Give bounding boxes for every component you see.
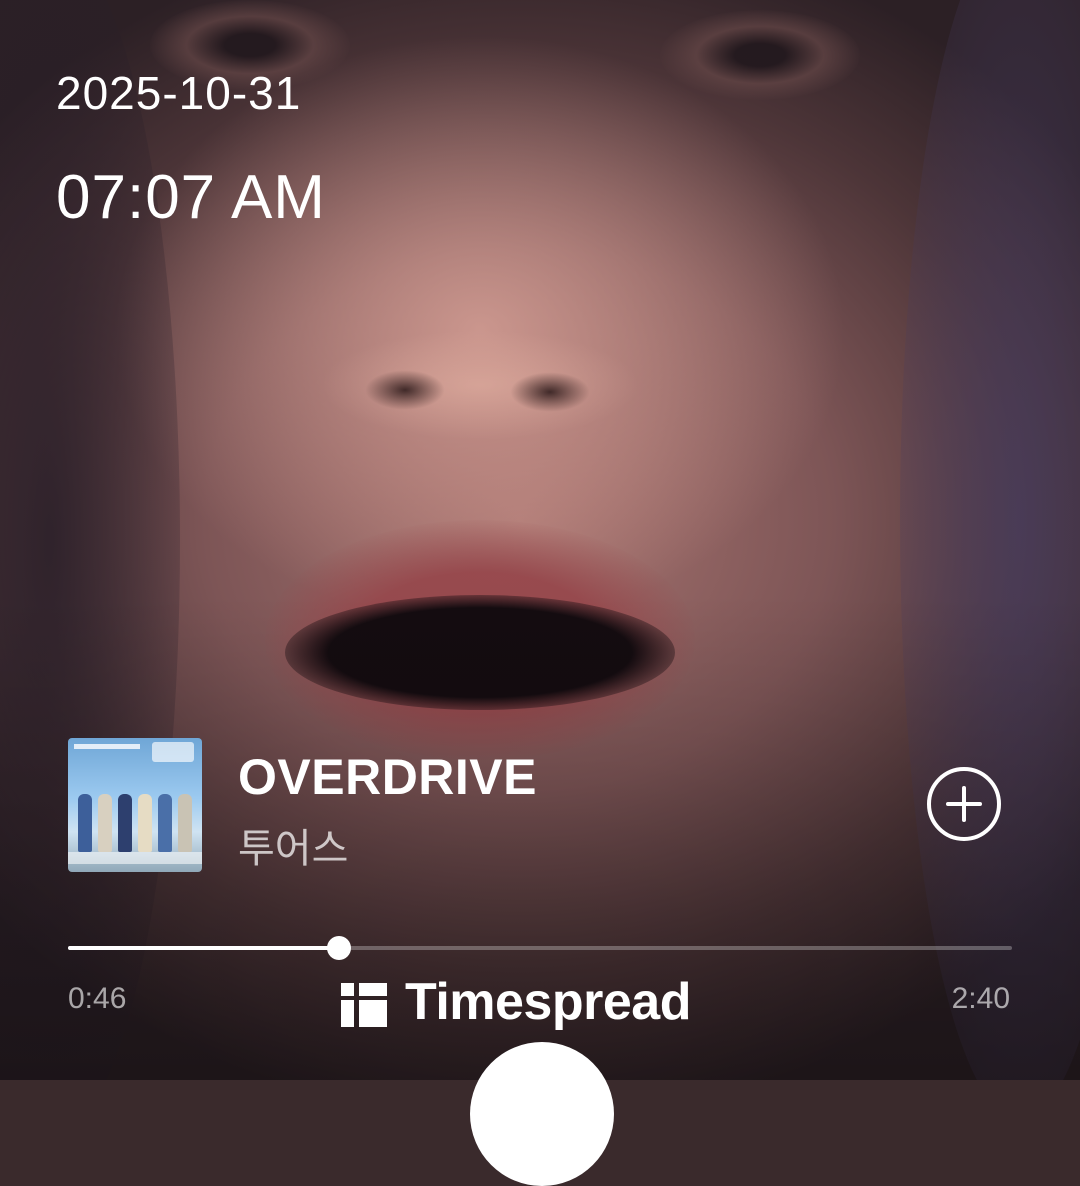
time-label: 07:07 AM xyxy=(56,163,326,232)
artist-name[interactable]: 투어스 xyxy=(238,816,348,874)
home-button[interactable] xyxy=(470,1042,614,1186)
progress-bar[interactable] xyxy=(68,936,1012,960)
brand-name: Timespread xyxy=(405,973,691,1031)
timespread-logo-icon xyxy=(341,979,387,1027)
progress-fill xyxy=(68,946,340,950)
brand-logo: Timespread xyxy=(341,972,691,1032)
album-art[interactable] xyxy=(68,738,202,872)
total-time: 2:40 xyxy=(951,982,1010,1015)
song-title[interactable]: OVERDRIVE xyxy=(238,748,537,806)
add-to-library-button[interactable] xyxy=(927,767,1001,841)
date-label: 2025-10-31 xyxy=(56,67,302,119)
elapsed-time: 0:46 xyxy=(68,982,127,1015)
